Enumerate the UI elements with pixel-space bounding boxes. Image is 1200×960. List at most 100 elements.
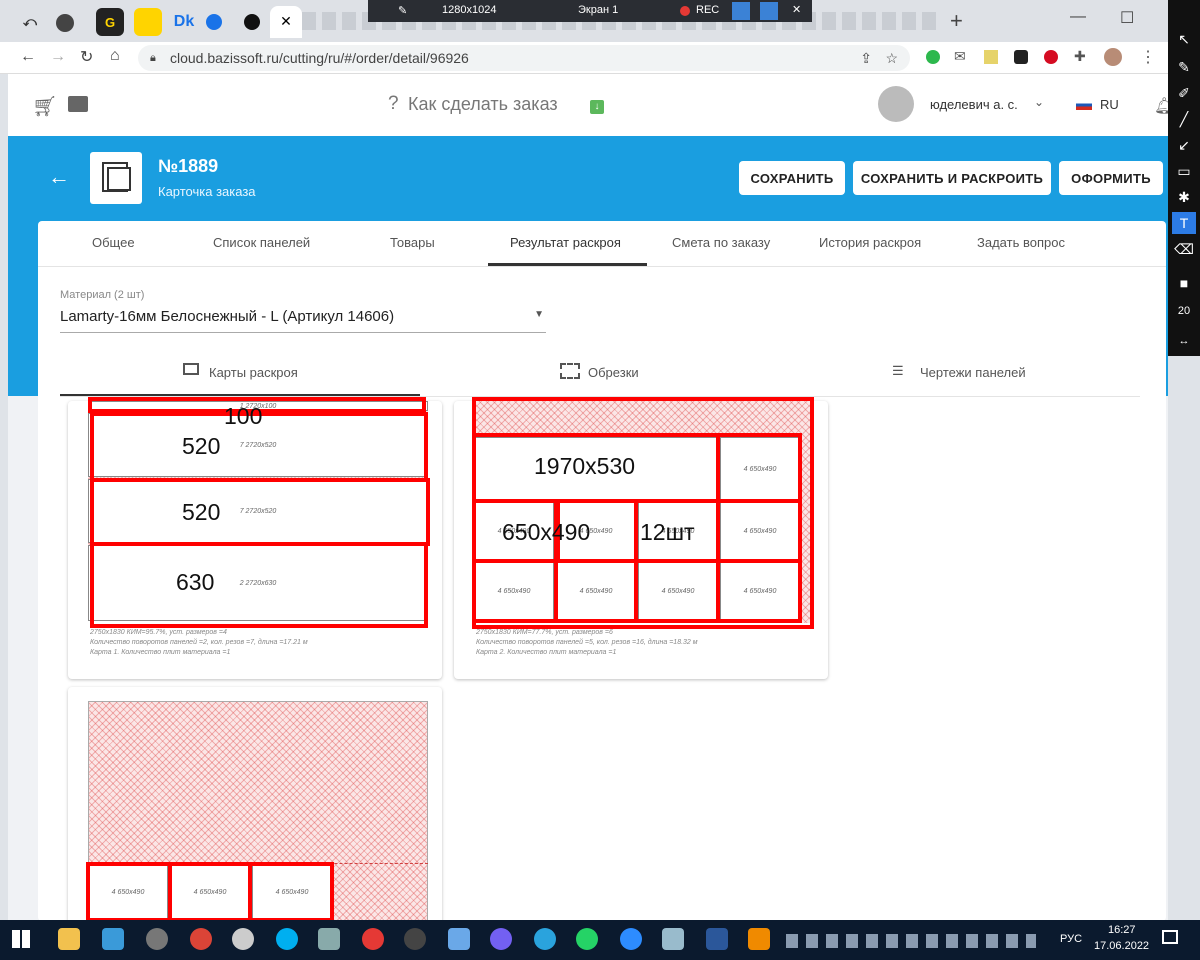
active-tab-close-icon[interactable]: ✕: [270, 6, 302, 38]
tab-globe-icon[interactable]: [56, 14, 74, 32]
app-icon[interactable]: [448, 928, 470, 950]
app-header: 🛒︎ ? Как сделать заказ ↓ юделевич а. с. …: [8, 74, 1168, 136]
tab-g[interactable]: G: [96, 8, 124, 36]
explorer-icon[interactable]: [58, 928, 80, 950]
tab-goods[interactable]: Товары: [390, 235, 435, 250]
annotation-box: [86, 862, 172, 920]
cart-icon[interactable]: 🛒︎: [32, 94, 57, 119]
minimize-icon[interactable]: —: [1070, 8, 1086, 26]
notifications-icon[interactable]: [1162, 930, 1178, 944]
app-icon[interactable]: [662, 928, 684, 950]
subtab-offcuts[interactable]: Обрезки: [420, 351, 780, 397]
pinterest-icon[interactable]: [1044, 50, 1058, 64]
download-icon[interactable]: ↓: [590, 100, 604, 114]
user-name[interactable]: юделевич а. с.: [930, 97, 1018, 112]
app-icon[interactable]: [318, 928, 340, 950]
bell-icon[interactable]: 🔔︎: [1154, 96, 1168, 116]
cut-map-card-3[interactable]: 4 650x490 4 650x490 4 650x490: [68, 687, 442, 920]
subtab-cut-maps[interactable]: Карты раскроя: [60, 351, 420, 397]
recorder-close-icon[interactable]: ✕: [792, 3, 801, 16]
home-icon[interactable]: ⌂: [110, 47, 120, 65]
color-swatch-icon[interactable]: ■: [1172, 272, 1196, 294]
tab-cut-history[interactable]: История раскроя: [819, 235, 921, 250]
text-icon[interactable]: T: [1172, 212, 1196, 234]
offcut-icon: [560, 363, 580, 379]
maximize-icon[interactable]: ☐: [1120, 8, 1134, 28]
viber-icon[interactable]: [490, 928, 512, 950]
arrow-icon[interactable]: ↙: [1172, 134, 1196, 156]
chrome-icon[interactable]: [190, 928, 212, 950]
tab-dk[interactable]: Dk: [170, 8, 198, 36]
media-icon[interactable]: [146, 928, 168, 950]
web-app: 🛒︎ ? Как сделать заказ ↓ юделевич а. с. …: [8, 74, 1168, 920]
telegram-icon[interactable]: [534, 928, 556, 950]
rec-label[interactable]: REC: [696, 4, 719, 16]
bookmark-star-icon[interactable]: ☆: [885, 45, 898, 71]
app-icon[interactable]: [102, 928, 124, 950]
reload-icon[interactable]: ↻: [80, 47, 93, 67]
share-icon[interactable]: ⇪: [860, 45, 872, 71]
dropdown-arrow-icon: ▼: [534, 309, 544, 320]
line-icon[interactable]: ╱: [1172, 108, 1196, 130]
extension-badge-icon[interactable]: [1014, 50, 1028, 64]
draw-control-icon[interactable]: [760, 2, 778, 20]
chevron-down-icon[interactable]: ⌄: [1034, 95, 1044, 109]
skype-icon[interactable]: [276, 928, 298, 950]
vlc-icon[interactable]: [748, 928, 770, 950]
language-selector[interactable]: RU: [1100, 97, 1119, 112]
note-icon[interactable]: [984, 50, 998, 64]
evernote-icon[interactable]: [926, 50, 940, 64]
back-arrow-icon[interactable]: ←: [48, 164, 70, 190]
tray-icons[interactable]: [786, 934, 1036, 948]
record-control-icon[interactable]: [732, 2, 750, 20]
clock-time[interactable]: 16:27: [1108, 924, 1136, 936]
brush-size[interactable]: 20: [1172, 300, 1196, 322]
obs-icon[interactable]: [404, 928, 426, 950]
grid-icon: [183, 363, 199, 375]
rectangle-icon[interactable]: ▭: [1172, 160, 1196, 182]
settings-icon[interactable]: [232, 928, 254, 950]
expand-icon[interactable]: ↔: [1172, 330, 1196, 352]
back-icon[interactable]: ←: [20, 48, 36, 66]
user-avatar[interactable]: [878, 86, 914, 122]
whatsapp-icon[interactable]: [576, 928, 598, 950]
submit-order-button[interactable]: ОФОРМИТЬ: [1059, 161, 1163, 195]
back-history-icon[interactable]: ⤺: [16, 8, 44, 36]
tab-panels[interactable]: Список панелей: [213, 235, 310, 250]
pen-icon[interactable]: ✎: [1172, 56, 1196, 78]
tab-yellow-icon[interactable]: [134, 8, 162, 36]
eraser-icon[interactable]: ⌫: [1172, 238, 1196, 260]
pin-icon[interactable]: ✎: [398, 4, 407, 17]
cursor-icon[interactable]: ↖: [1172, 28, 1196, 50]
marker-icon[interactable]: ✐: [1172, 82, 1196, 104]
tab-ask-question[interactable]: Задать вопрос: [977, 235, 1065, 250]
word-icon[interactable]: [706, 928, 728, 950]
mail-icon[interactable]: ✉: [954, 48, 966, 65]
extensions-puzzle-icon[interactable]: ✚: [1074, 48, 1086, 65]
tab-estimate[interactable]: Смета по заказу: [672, 235, 770, 250]
url-field[interactable]: 🔒︎ cloud.bazissoft.ru/cutting/ru/#/order…: [138, 45, 910, 71]
save-and-cut-button[interactable]: СОХРАНИТЬ И РАСКРОИТЬ: [853, 161, 1051, 195]
menu-icon[interactable]: ⋮: [1140, 47, 1156, 67]
profile-avatar[interactable]: [1104, 48, 1122, 66]
help-icon[interactable]: ?: [388, 93, 399, 115]
tab-blue-dot-icon[interactable]: [206, 14, 222, 30]
cut-map-card-2[interactable]: 4 650x490 4 650x490 4 650x490 4 650x490 …: [454, 397, 828, 679]
cut-map-card-1[interactable]: 1 2720x100 7 2720x520 7 2720x520 2 2720x…: [68, 397, 442, 679]
subtab-drawings[interactable]: ☰ Чертежи панелей: [780, 351, 1140, 397]
tab-general[interactable]: Общее: [92, 235, 135, 250]
save-button[interactable]: СОХРАНИТЬ: [739, 161, 845, 195]
help-link[interactable]: Как сделать заказ: [408, 94, 558, 115]
forward-icon[interactable]: →: [50, 48, 66, 66]
clock-date[interactable]: 17.06.2022: [1094, 940, 1149, 952]
zoom-icon[interactable]: [620, 928, 642, 950]
start-icon[interactable]: [12, 930, 30, 948]
stamp-icon[interactable]: ✱: [1172, 186, 1196, 208]
tab-dark-icon[interactable]: [244, 14, 260, 30]
briefcase-icon[interactable]: [68, 96, 88, 112]
tab-cut-result[interactable]: Результат раскроя: [510, 235, 621, 250]
record-icon[interactable]: [362, 928, 384, 950]
material-select[interactable]: Lamarty-16мм Белоснежный - L (Артикул 14…: [60, 305, 546, 333]
input-language[interactable]: РУС: [1060, 933, 1082, 945]
new-tab-icon[interactable]: +: [950, 8, 963, 34]
